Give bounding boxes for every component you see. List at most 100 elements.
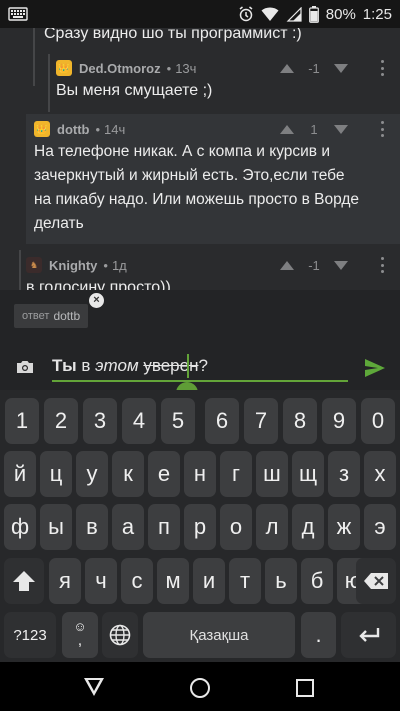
space-key[interactable]: Қазақша: [143, 612, 295, 658]
key[interactable]: к: [112, 451, 144, 497]
back-icon[interactable]: [84, 678, 104, 696]
emoji-comma-key[interactable]: ☺ ,: [62, 612, 98, 658]
key[interactable]: е: [148, 451, 180, 497]
enter-key[interactable]: [341, 612, 396, 658]
status-bar: 80% 1:25: [0, 0, 400, 28]
send-icon[interactable]: [364, 358, 386, 378]
key[interactable]: ч: [85, 558, 117, 604]
key[interactable]: й: [4, 451, 36, 497]
downvote-icon[interactable]: [334, 124, 348, 134]
key[interactable]: ш: [256, 451, 288, 497]
key[interactable]: 7: [244, 398, 278, 444]
key[interactable]: 1: [5, 398, 39, 444]
comment-header: ♞ Knighty • 1д: [26, 255, 127, 275]
screen: 80% 1:25 Сразу видно шо ты программист :…: [0, 0, 400, 711]
key[interactable]: в: [76, 504, 108, 550]
key[interactable]: 3: [83, 398, 117, 444]
comment-author[interactable]: Ded.Otmoroz: [79, 61, 161, 76]
comment-input[interactable]: Ты в этом уверен?: [52, 356, 208, 376]
comment-line: делать: [34, 215, 84, 232]
comment-list[interactable]: Сразу видно шо ты программист :) 👑 Ded.O…: [0, 28, 400, 290]
camera-icon[interactable]: [16, 360, 34, 374]
upvote-icon[interactable]: [280, 260, 294, 270]
downvote-icon[interactable]: [334, 260, 348, 270]
key[interactable]: т: [229, 558, 261, 604]
comment-text: Сразу видно шо ты программист :): [44, 28, 302, 42]
key[interactable]: л: [256, 504, 288, 550]
key[interactable]: 5: [161, 398, 195, 444]
key[interactable]: 0: [361, 398, 395, 444]
key[interactable]: д: [292, 504, 324, 550]
key[interactable]: г: [220, 451, 252, 497]
symbols-key[interactable]: ?123: [4, 612, 56, 658]
key[interactable]: у: [76, 451, 108, 497]
upvote-icon[interactable]: [280, 63, 294, 73]
key[interactable]: ц: [40, 451, 72, 497]
wifi-icon: [261, 7, 279, 21]
key[interactable]: б: [301, 558, 333, 604]
input-plain: в: [76, 356, 96, 375]
key[interactable]: 9: [322, 398, 356, 444]
globe-icon: [109, 624, 131, 646]
input-underline: [52, 380, 348, 382]
key[interactable]: 2: [44, 398, 78, 444]
key[interactable]: 4: [122, 398, 156, 444]
signal-icon: [286, 6, 302, 22]
comment-line: на пикабу надо. Или можешь просто в Ворд…: [34, 191, 360, 208]
key[interactable]: ж: [328, 504, 360, 550]
key[interactable]: щ: [292, 451, 324, 497]
key[interactable]: э: [364, 504, 396, 550]
comment-author[interactable]: Knighty: [49, 258, 97, 273]
thread-line: [48, 54, 50, 112]
more-icon[interactable]: [381, 121, 385, 137]
key[interactable]: м: [157, 558, 189, 604]
backspace-key[interactable]: [356, 558, 396, 604]
upvote-icon[interactable]: [280, 124, 294, 134]
reply-prefix: ответ: [22, 310, 50, 322]
key[interactable]: о: [220, 504, 252, 550]
period-key[interactable]: .: [301, 612, 336, 658]
key[interactable]: с: [121, 558, 153, 604]
key[interactable]: п: [148, 504, 180, 550]
navigation-bar: [0, 662, 400, 711]
downvote-icon[interactable]: [334, 63, 348, 73]
comment-author[interactable]: dottb: [57, 122, 89, 137]
recent-apps-icon[interactable]: [296, 679, 314, 697]
key[interactable]: я: [49, 558, 81, 604]
thread-line: [19, 250, 21, 290]
enter-icon: [358, 628, 379, 642]
key[interactable]: 6: [205, 398, 239, 444]
shift-key[interactable]: [4, 558, 44, 604]
comment-text: На телефоне никак. А с компа и курсив и …: [34, 140, 359, 236]
key[interactable]: ф: [4, 504, 36, 550]
comment-time: 13ч: [175, 60, 197, 76]
alarm-icon: [239, 6, 253, 22]
reply-to-chip: ответ dottb: [14, 304, 89, 328]
comment-line: На телефоне никак. А с компа и курсив и: [34, 143, 331, 160]
close-icon[interactable]: ×: [89, 293, 104, 308]
reply-recipient: dottb: [53, 309, 81, 323]
more-icon[interactable]: [381, 257, 385, 273]
avatar: ♞: [26, 257, 42, 273]
input-italic: этом: [95, 356, 139, 375]
comment-header: 👑 Ded.Otmoroz • 13ч: [56, 58, 196, 78]
key[interactable]: ы: [40, 504, 72, 550]
shift-icon: [13, 571, 35, 591]
key[interactable]: и: [193, 558, 225, 604]
key[interactable]: ь: [265, 558, 297, 604]
comment-line: зачеркнутый и жирный есть. Это,если тебе: [34, 167, 345, 184]
key[interactable]: з: [328, 451, 360, 497]
keyboard: 1 2 3 4 5 6 7 8 9 0 й ц у к е н г ш щ з …: [0, 390, 400, 662]
vote-control: 1: [280, 119, 348, 139]
thread-line: [33, 28, 35, 86]
key[interactable]: р: [184, 504, 216, 550]
language-key[interactable]: [102, 612, 138, 658]
more-icon[interactable]: [381, 60, 385, 76]
key[interactable]: а: [112, 504, 144, 550]
key[interactable]: н: [184, 451, 216, 497]
key[interactable]: х: [364, 451, 396, 497]
backspace-icon: [364, 573, 388, 589]
battery-icon: [308, 5, 319, 23]
home-icon[interactable]: [190, 678, 210, 698]
key[interactable]: 8: [283, 398, 317, 444]
